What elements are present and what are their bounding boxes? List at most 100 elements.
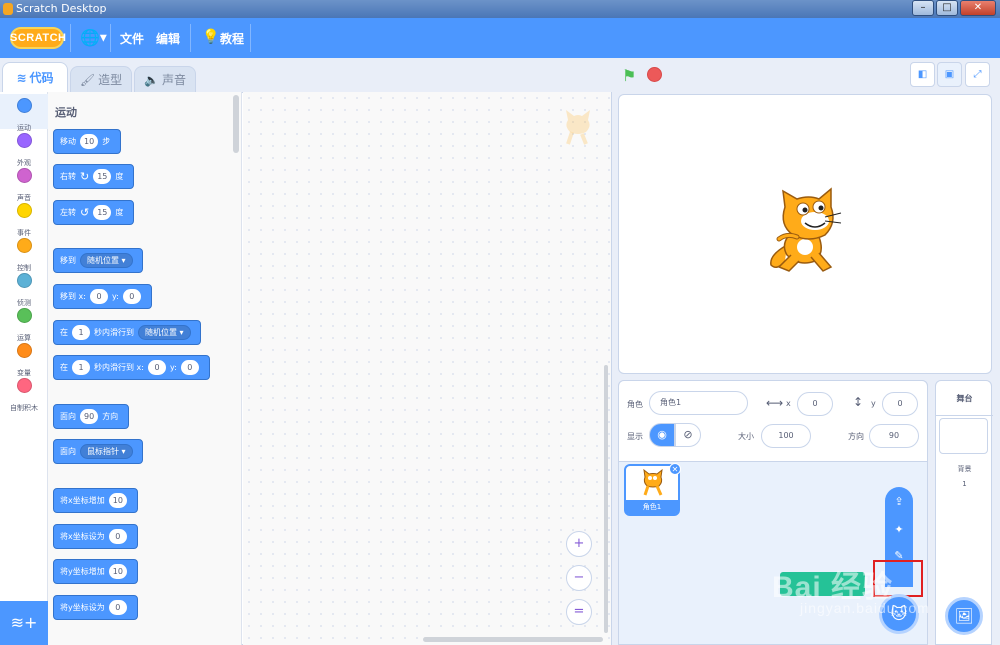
delete-sprite-icon[interactable]: ✕: [669, 463, 681, 475]
add-extension-button[interactable]: ≋+: [0, 601, 48, 645]
block-goto[interactable]: 移到 随机位置 ▾: [53, 248, 143, 273]
seconds-input[interactable]: 1: [72, 325, 90, 340]
y-input[interactable]: 0: [122, 289, 141, 304]
globe-icon: 🌐: [80, 28, 100, 47]
category-sound[interactable]: 声音: [0, 164, 48, 202]
lightbulb-icon: 💡: [202, 29, 220, 45]
block-turn-left[interactable]: 左转 ↺ 15 度: [53, 200, 135, 225]
stage-canvas[interactable]: [618, 94, 992, 374]
green-flag-button[interactable]: ⚑: [622, 66, 636, 85]
workspace-vertical-scrollbar[interactable]: [604, 365, 608, 633]
category-motion[interactable]: 运动: [0, 94, 48, 132]
sprite-name-label: 角色: [627, 400, 643, 409]
backdrops-count: 1: [962, 480, 967, 488]
category-events[interactable]: 事件: [0, 199, 48, 237]
category-dot: [16, 168, 32, 183]
app-icon: [3, 3, 13, 15]
show-sprite-button[interactable]: ◉: [649, 423, 675, 447]
category-dot: [16, 238, 32, 253]
block-set-y[interactable]: 将y坐标设为 0: [53, 595, 138, 620]
sprite-tile[interactable]: ✕ 角色1: [624, 463, 681, 516]
block-goto-xy[interactable]: 移到 x: 0 y: 0: [53, 284, 152, 309]
x-set-input[interactable]: 0: [108, 529, 127, 544]
degrees-input[interactable]: 15: [93, 169, 112, 184]
sprite-name-input[interactable]: 角色1: [649, 391, 748, 415]
direction-input[interactable]: 90: [80, 409, 99, 424]
block-set-x[interactable]: 将x坐标设为 0: [53, 524, 138, 549]
glide-target-dropdown[interactable]: 随机位置 ▾: [138, 325, 191, 340]
degrees-input[interactable]: 15: [93, 205, 112, 220]
category-control[interactable]: 控制: [0, 234, 48, 272]
file-menu[interactable]: 文件: [120, 30, 144, 47]
scratch-logo[interactable]: SCRATCH: [10, 27, 66, 49]
window-title-bar: Scratch Desktop – □ ✕: [0, 0, 1000, 18]
current-sprite-watermark-icon: [566, 110, 590, 145]
language-menu[interactable]: 🌐▼: [80, 29, 107, 48]
y-set-input[interactable]: 0: [108, 600, 127, 615]
category-dot: [16, 98, 32, 113]
scratch-desktop-window: Scratch Desktop – □ ✕ SCRATCH 🌐▼ 文件 编辑 💡…: [0, 0, 1000, 645]
workspace-horizontal-scrollbar[interactable]: [423, 637, 603, 642]
block-turn-right[interactable]: 右转 ↻ 15 度: [53, 164, 135, 189]
palette-scrollbar[interactable]: [233, 95, 239, 153]
category-looks[interactable]: 外观: [0, 129, 48, 167]
category-dot: [16, 273, 32, 288]
direction-input[interactable]: 90: [869, 424, 919, 448]
choose-backdrop-button[interactable]: 🖼: [945, 597, 983, 635]
x-input[interactable]: 0: [147, 360, 166, 375]
baidu-watermark-url: jingyan.baidu.com: [800, 600, 930, 616]
size-input[interactable]: 100: [761, 424, 811, 448]
y-input[interactable]: 0: [180, 360, 199, 375]
menu-bar: SCRATCH 🌐▼ 文件 编辑 💡 教程: [0, 18, 1000, 58]
tab-costumes[interactable]: 🖌 造型: [70, 66, 132, 94]
seconds-input[interactable]: 1: [72, 360, 90, 375]
close-button[interactable]: ✕: [960, 0, 996, 16]
category-sensing[interactable]: 侦测: [0, 269, 48, 307]
block-point-towards[interactable]: 面向 鼠标指针 ▾: [53, 439, 143, 464]
x-position-input[interactable]: 0: [797, 392, 833, 416]
tab-code[interactable]: ≋ 代码: [2, 62, 68, 94]
category-operators[interactable]: 运算: [0, 304, 48, 342]
block-move-steps[interactable]: 移动 10 步: [53, 129, 122, 154]
edit-menu[interactable]: 编辑: [156, 30, 180, 47]
extension-icon: ≋+: [10, 613, 38, 632]
goto-target-dropdown[interactable]: 随机位置 ▾: [80, 253, 133, 268]
zoom-reset-button[interactable]: =: [566, 599, 592, 625]
towards-target-dropdown[interactable]: 鼠标指针 ▾: [80, 444, 133, 459]
large-stage-button[interactable]: ▣: [937, 62, 962, 87]
tutorials-menu[interactable]: 教程: [220, 30, 244, 47]
x-input[interactable]: 0: [89, 289, 108, 304]
surprise-sprite-icon[interactable]: ✦: [885, 519, 913, 541]
category-dot: [16, 343, 32, 358]
minimize-button[interactable]: –: [912, 0, 934, 16]
script-workspace[interactable]: [243, 92, 611, 645]
block-glide-xy[interactable]: 在 1 秒内滑行到 x: 0 y: 0: [53, 355, 210, 380]
hide-sprite-button[interactable]: ⊘: [675, 423, 701, 447]
y-position-input[interactable]: 0: [882, 392, 918, 416]
block-point-direction[interactable]: 面向 90 方向: [53, 404, 130, 429]
y-change-input[interactable]: 10: [108, 564, 127, 579]
x-change-input[interactable]: 10: [108, 493, 127, 508]
cat-sprite-thumbnail-icon: [643, 468, 663, 496]
stop-button[interactable]: [647, 67, 662, 82]
category-variables[interactable]: 变量: [0, 339, 48, 377]
steps-input[interactable]: 10: [80, 134, 99, 149]
small-stage-button[interactable]: ◧: [910, 62, 935, 87]
menu-divider: [190, 24, 191, 52]
fullscreen-button[interactable]: ⤢: [965, 62, 990, 87]
show-label: 显示: [627, 432, 643, 441]
category-my-blocks[interactable]: 自制积木: [0, 374, 48, 412]
backdrops-label: 背景: [957, 465, 972, 473]
menu-divider: [70, 24, 71, 52]
upload-sprite-icon[interactable]: ⇪: [885, 491, 913, 513]
block-change-y[interactable]: 将y坐标增加 10: [53, 559, 138, 584]
maximize-button[interactable]: □: [936, 0, 958, 16]
brush-icon: 🖌: [79, 73, 96, 87]
speaker-icon: 🔈: [144, 73, 159, 87]
zoom-out-button[interactable]: −: [566, 565, 592, 591]
menu-divider: [110, 24, 111, 52]
block-change-x[interactable]: 将x坐标增加 10: [53, 488, 138, 513]
block-glide-to[interactable]: 在 1 秒内滑行到 随机位置 ▾: [53, 320, 201, 345]
zoom-in-button[interactable]: +: [566, 531, 592, 557]
tab-sounds[interactable]: 🔈 声音: [134, 66, 196, 94]
